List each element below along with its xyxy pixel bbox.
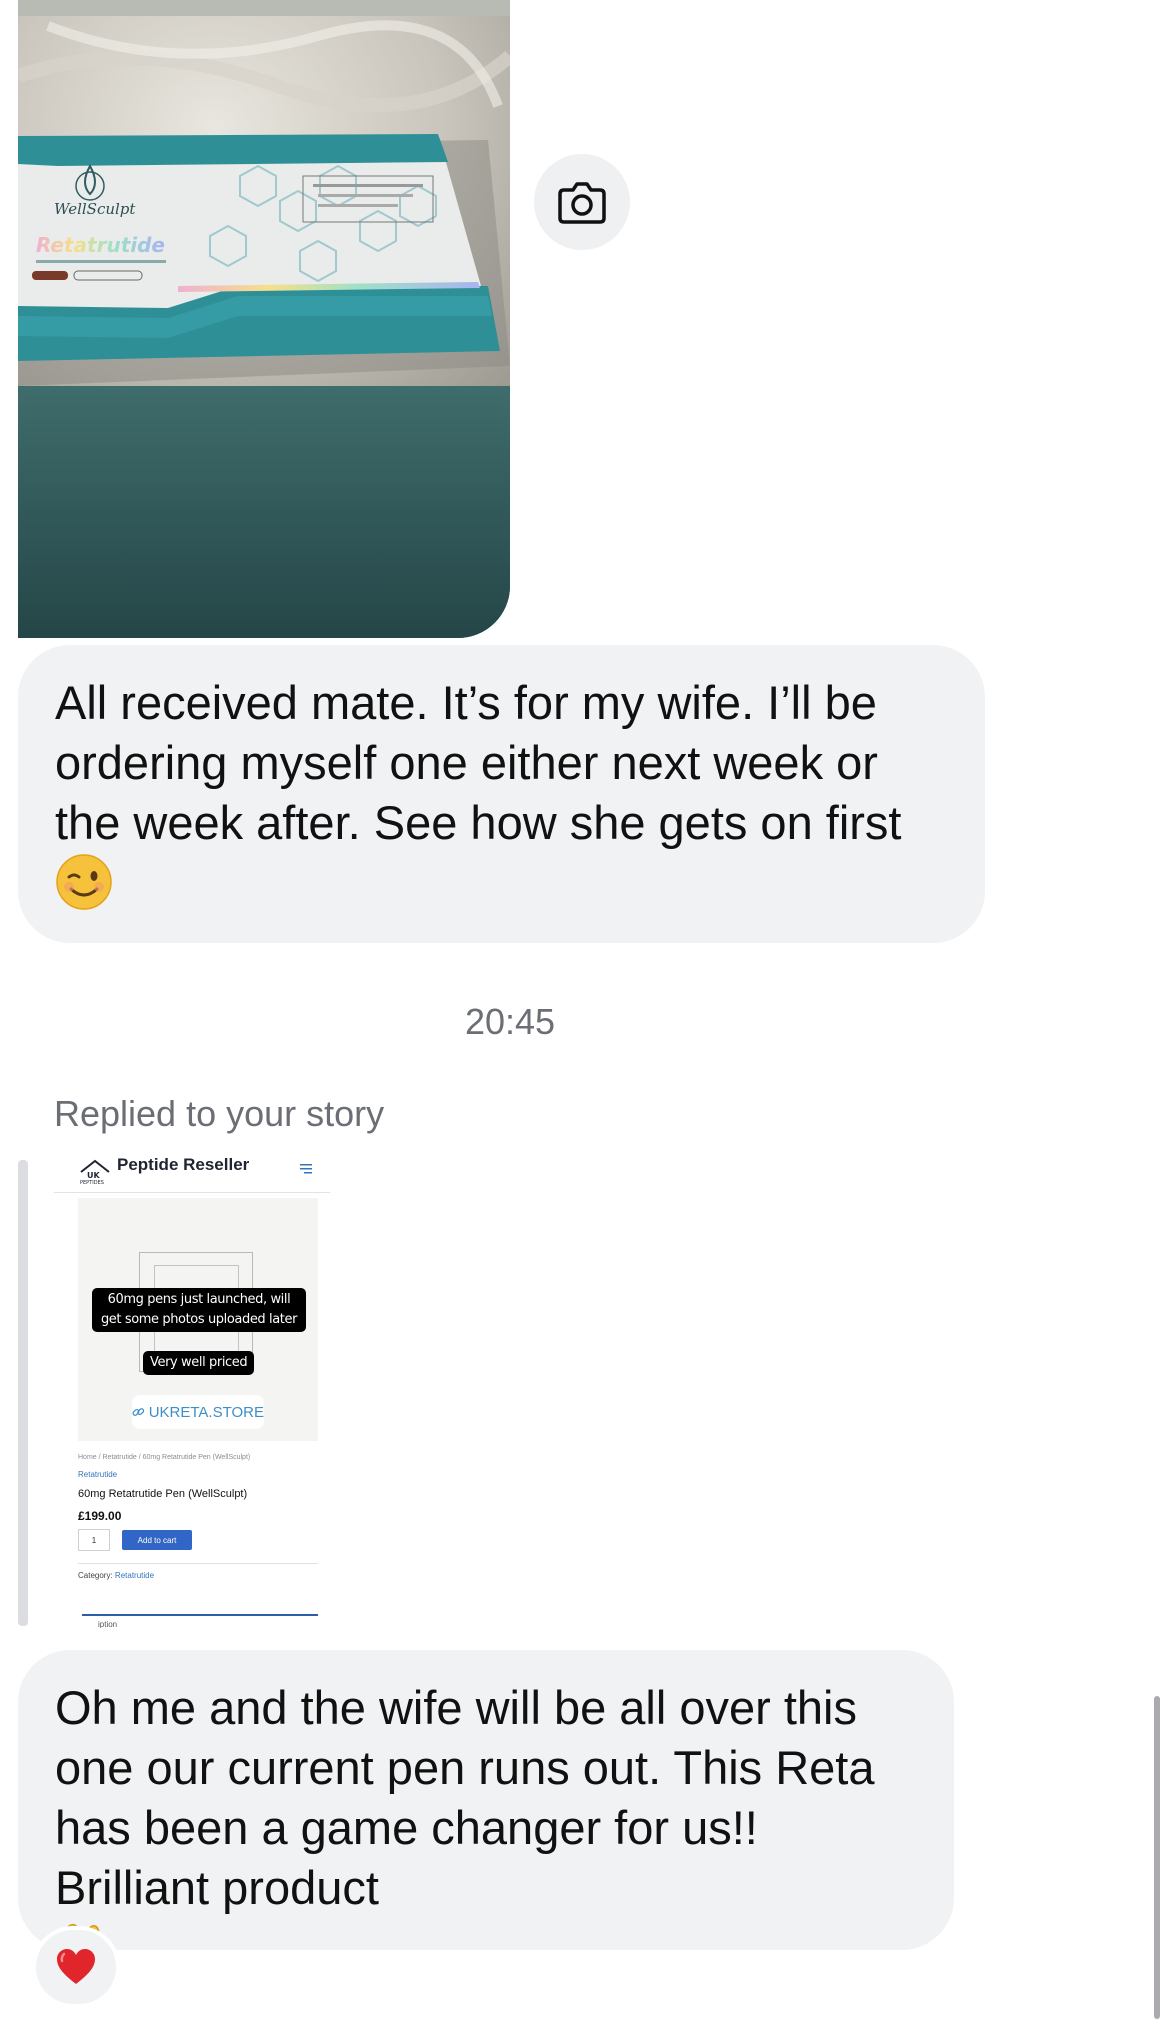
tab-underline bbox=[82, 1614, 318, 1616]
photo-message[interactable]: WellSculpt Retatrutide bbox=[18, 0, 510, 638]
site-logo-icon: UK PEPTIDES bbox=[80, 1159, 110, 1184]
story-reply-indicator bbox=[18, 1160, 28, 1626]
scrollbar[interactable] bbox=[1154, 1696, 1160, 2019]
story-link-sticker[interactable]: UKRETA.STORE bbox=[132, 1395, 264, 1429]
story-text-sticker: Very well priced bbox=[143, 1351, 255, 1375]
svg-text:UK: UK bbox=[87, 1171, 100, 1180]
photo-edge bbox=[18, 0, 510, 16]
svg-text:WellSculpt: WellSculpt bbox=[54, 200, 136, 218]
add-to-cart-button: Add to cart bbox=[122, 1530, 192, 1550]
photo-image[interactable]: WellSculpt Retatrutide bbox=[18, 16, 510, 386]
red-heart-icon bbox=[57, 1949, 95, 1984]
timestamp: 20:45 bbox=[464, 1001, 556, 1042]
photo-backdrop bbox=[18, 386, 510, 638]
svg-text:Retatrutide: Retatrutide bbox=[36, 233, 165, 257]
story-preview[interactable]: UK PEPTIDES Peptide Reseller 60mg pens j… bbox=[54, 1150, 330, 1628]
category-label: Category: bbox=[78, 1571, 113, 1580]
product-box-illustration: WellSculpt Retatrutide bbox=[18, 20, 510, 386]
message-text: All received mate. It’s for my wife. I’l… bbox=[55, 676, 902, 849]
category-link: Retatrutide bbox=[78, 1470, 118, 1479]
message-text: Oh me and the wife will be all over this… bbox=[55, 1681, 888, 1914]
story-text-sticker: 60mg pens just launched, will get some p… bbox=[92, 1288, 306, 1332]
message-reaction[interactable] bbox=[32, 1926, 120, 2008]
link-icon bbox=[132, 1408, 145, 1416]
link-label: UKRETA.STORE bbox=[148, 1403, 264, 1421]
category-line: Category: Retatrutide bbox=[78, 1571, 154, 1580]
replied-to-story-label: Replied to your story bbox=[54, 1093, 385, 1134]
product-title: 60mg Retatrutide Pen (WellSculpt) bbox=[78, 1488, 248, 1500]
story-site-header: UK PEPTIDES Peptide Reseller bbox=[54, 1150, 330, 1193]
divider bbox=[78, 1563, 318, 1564]
quantity-input: 1 bbox=[78, 1529, 110, 1551]
message-bubble[interactable]: All received mate. It’s for my wife. I’l… bbox=[18, 645, 985, 943]
category-value: Retatrutide bbox=[114, 1571, 155, 1580]
message-bubble[interactable]: Oh me and the wife will be all over this… bbox=[18, 1650, 954, 1974]
site-title: Peptide Reseller bbox=[117, 1155, 250, 1174]
hamburger-menu-icon bbox=[300, 1164, 312, 1174]
svg-text:PEPTIDES: PEPTIDES bbox=[80, 1180, 104, 1184]
product-price: £199.00 bbox=[78, 1509, 122, 1523]
winking-face-emoji bbox=[55, 853, 113, 925]
camera-icon bbox=[558, 182, 606, 224]
description-tab-label: iption bbox=[98, 1620, 118, 1628]
camera-button[interactable] bbox=[534, 154, 630, 250]
breadcrumb: Home / Retatrutide / 60mg Retatrutide Pe… bbox=[78, 1454, 251, 1461]
